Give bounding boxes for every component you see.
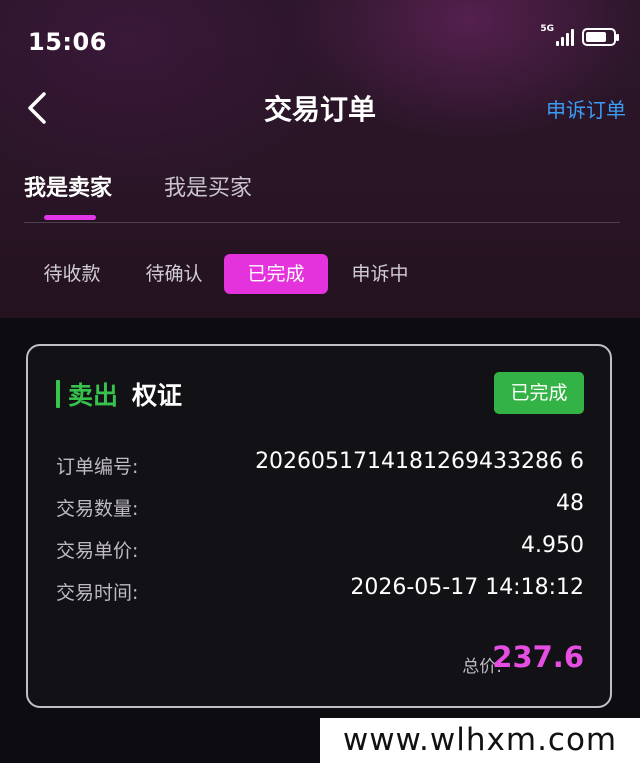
signal-icon bbox=[556, 28, 574, 46]
watermark-text: www.wlhxm.com bbox=[320, 718, 640, 763]
network-type: 5G bbox=[540, 24, 554, 34]
order-number-value: 2026051714181269433286 6 bbox=[255, 449, 584, 474]
quantity-label: 交易数量: bbox=[56, 498, 139, 520]
tab-seller[interactable]: 我是卖家 bbox=[24, 170, 112, 202]
tab-divider bbox=[24, 222, 620, 223]
quantity-value: 48 bbox=[556, 491, 584, 516]
filter-pending-confirm[interactable]: 待确认 bbox=[132, 254, 216, 294]
tab-buyer[interactable]: 我是买家 bbox=[164, 170, 252, 202]
filter-completed[interactable]: 已完成 bbox=[224, 254, 328, 294]
total-price-value: 237.6 bbox=[492, 640, 584, 674]
trade-time-value: 2026-05-17 14:18:12 bbox=[350, 575, 584, 600]
chevron-left-icon bbox=[28, 92, 46, 124]
status-badge: 已完成 bbox=[494, 372, 584, 414]
order-number-label: 订单编号: bbox=[56, 456, 139, 478]
trade-time-label: 交易时间: bbox=[56, 582, 139, 604]
filter-pending-payment[interactable]: 待收款 bbox=[30, 254, 114, 294]
appeal-orders-link[interactable]: 申诉订单 bbox=[546, 94, 626, 123]
filter-in-appeal[interactable]: 申诉中 bbox=[338, 254, 422, 294]
trade-orders-screen: 15:06 5G 交易订单 申诉订单 我是卖家 我是买家 待收款 待确认 已完成… bbox=[0, 0, 640, 763]
order-asset: 权证 bbox=[132, 381, 183, 410]
order-card[interactable]: 卖出 权证 已完成 订单编号: 2026051714181269433286 6… bbox=[26, 344, 612, 708]
unit-price-value: 4.950 bbox=[521, 533, 584, 558]
status-icons: 5G bbox=[540, 24, 619, 46]
battery-level bbox=[586, 32, 606, 42]
sell-indicator-bar bbox=[56, 380, 60, 408]
status-time: 15:06 bbox=[28, 28, 107, 56]
order-type: 卖出 bbox=[68, 381, 119, 410]
unit-price-label: 交易单价: bbox=[56, 540, 139, 562]
battery-icon bbox=[582, 28, 619, 46]
active-tab-indicator bbox=[44, 215, 96, 220]
back-button[interactable] bbox=[20, 86, 60, 130]
